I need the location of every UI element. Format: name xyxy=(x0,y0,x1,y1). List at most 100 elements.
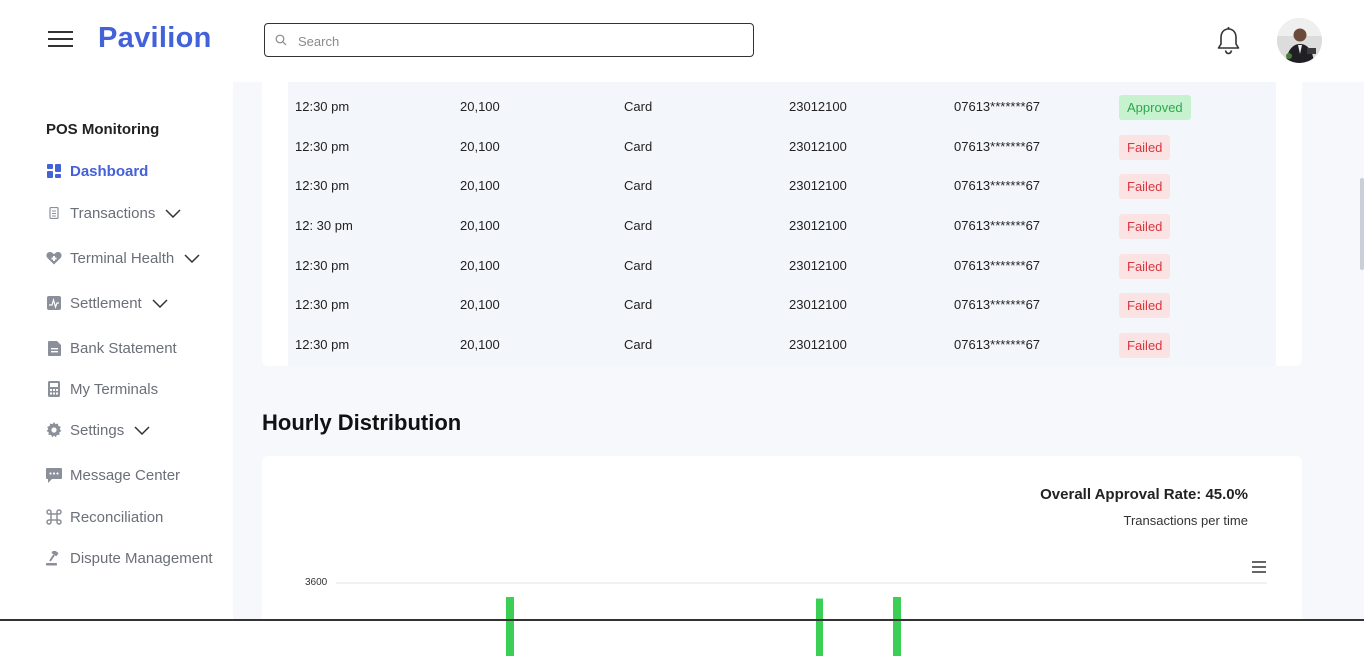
sidebar-item-bank-statement[interactable]: Bank Statement xyxy=(46,337,177,359)
cell-time: 12:30 pm xyxy=(295,297,350,312)
cell-amount: 20,100 xyxy=(460,218,500,233)
status-badge: Failed xyxy=(1119,293,1171,318)
cell-amount: 20,100 xyxy=(460,258,500,273)
document-icon xyxy=(46,340,62,356)
sidebar-item-label: Dispute Management xyxy=(70,549,213,567)
sidebar-item-label: Settings xyxy=(70,421,125,439)
cell-type: Card xyxy=(624,337,653,352)
cell-type: Card xyxy=(624,178,653,193)
section-title-hourly-distribution: Hourly Distribution xyxy=(262,410,462,435)
sidebar-item-dashboard[interactable]: Dashboard xyxy=(46,160,148,182)
cell-time: 12:30 pm xyxy=(295,99,350,114)
table-row[interactable]: 12:30 pm 20,100 Card 23012100 07613*****… xyxy=(288,325,1276,365)
status-badge: Failed xyxy=(1119,254,1171,279)
table-row[interactable]: 12:30 pm 20,100 Card 23012100 07613*****… xyxy=(288,285,1276,325)
heart-plus-icon xyxy=(46,250,62,266)
pos-terminal-icon xyxy=(46,381,62,397)
cell-reference: 23012100 xyxy=(789,218,847,233)
cell-card-number: 07613*******67 xyxy=(954,337,1041,352)
bars-group xyxy=(506,597,901,656)
sidebar-item-terminal-health[interactable]: Terminal Health xyxy=(46,247,200,269)
sidebar-item-label: Dashboard xyxy=(70,162,149,180)
gavel-icon xyxy=(46,550,62,566)
status-badge: Approved xyxy=(1119,95,1191,120)
status-badge: Failed xyxy=(1119,135,1171,160)
chart-box-icon xyxy=(46,295,62,311)
grid-icon xyxy=(46,163,62,179)
chart-bar[interactable] xyxy=(506,597,514,656)
chevron-down-icon[interactable] xyxy=(184,253,200,263)
user-avatar[interactable] xyxy=(1277,18,1322,63)
cell-time: 12: 30 pm xyxy=(295,218,353,233)
cell-time: 12:30 pm xyxy=(295,139,350,154)
sidebar-item-label: Settlement xyxy=(70,294,142,312)
cell-card-number: 07613*******67 xyxy=(954,297,1041,312)
cell-time: 12:30 pm xyxy=(295,178,350,193)
notification-bell-icon[interactable] xyxy=(1215,26,1242,61)
cell-reference: 23012100 xyxy=(789,99,847,114)
menu-toggle-icon[interactable] xyxy=(48,31,73,49)
sidebar-item-transactions[interactable]: Transactions xyxy=(46,202,181,224)
status-badge: Failed xyxy=(1119,214,1171,239)
transactions-table: 12:30 pm 20,100 Card 23012100 07613*****… xyxy=(288,82,1276,366)
cell-amount: 20,100 xyxy=(460,297,500,312)
sidebar-item-message-center[interactable]: Message Center xyxy=(46,464,180,486)
cell-card-number: 07613*******67 xyxy=(954,178,1041,193)
receipt-icon xyxy=(46,205,62,221)
sidebar-item-label: Terminal Health xyxy=(70,249,175,267)
cell-type: Card xyxy=(624,258,653,273)
sidebar-item-label: Message Center xyxy=(70,466,181,484)
sidebar-item-dispute-management[interactable]: Dispute Management xyxy=(46,547,213,569)
app-logo[interactable]: Pavilion xyxy=(98,22,212,55)
command-icon xyxy=(46,509,62,525)
cell-reference: 23012100 xyxy=(789,337,847,352)
sidebar-item-label: Transactions xyxy=(70,204,156,222)
chat-icon xyxy=(46,467,62,483)
sidebar-item-label: My Terminals xyxy=(70,380,159,398)
cell-card-number: 07613*******67 xyxy=(954,258,1041,273)
sidebar-item-settings[interactable]: Settings xyxy=(46,419,150,441)
chart-bar[interactable] xyxy=(893,597,901,656)
search-box[interactable] xyxy=(264,23,754,57)
y-tick-label: 3600 xyxy=(305,577,328,588)
cell-card-number: 07613*******67 xyxy=(954,99,1041,114)
main-content: 12:30 pm 20,100 Card 23012100 07613*****… xyxy=(233,82,1364,656)
chart-bar[interactable] xyxy=(816,598,823,656)
status-badge: Failed xyxy=(1119,333,1171,358)
hourly-distribution-chart: Overall Approval Rate: 45.0% Transaction… xyxy=(262,456,1302,656)
cell-reference: 23012100 xyxy=(789,258,847,273)
cell-amount: 20,100 xyxy=(460,178,500,193)
chevron-down-icon[interactable] xyxy=(152,298,168,308)
chevron-down-icon[interactable] xyxy=(165,208,181,218)
search-input[interactable] xyxy=(298,31,738,51)
sidebar: POS Monitoring Dashboard Transactions Te… xyxy=(0,82,233,621)
table-row[interactable]: 12:30 pm 20,100 Card 23012100 07613*****… xyxy=(288,246,1276,286)
cell-type: Card xyxy=(624,297,653,312)
scrollbar-thumb[interactable] xyxy=(1360,178,1364,270)
table-row[interactable]: 12: 30 pm 20,100 Card 23012100 07613****… xyxy=(288,206,1276,246)
cell-reference: 23012100 xyxy=(789,297,847,312)
sidebar-item-reconciliation[interactable]: Reconciliation xyxy=(46,506,163,528)
cell-time: 12:30 pm xyxy=(295,337,350,352)
table-row[interactable]: 12:30 pm 20,100 Card 23012100 07613*****… xyxy=(288,127,1276,167)
cell-type: Card xyxy=(624,218,653,233)
cell-amount: 20,100 xyxy=(460,337,500,352)
table-row[interactable]: 12:30 pm 20,100 Card 23012100 07613*****… xyxy=(288,87,1276,127)
sidebar-title: POS Monitoring xyxy=(46,121,160,138)
chevron-down-icon[interactable] xyxy=(134,425,150,435)
cell-card-number: 07613*******67 xyxy=(954,218,1041,233)
gear-icon xyxy=(46,422,62,438)
sidebar-item-settlement[interactable]: Settlement xyxy=(46,292,168,314)
cell-amount: 20,100 xyxy=(460,99,500,114)
sidebar-item-label: Bank Statement xyxy=(70,339,177,357)
cell-type: Card xyxy=(624,139,653,154)
top-bar: Pavilion xyxy=(0,0,1364,82)
cell-amount: 20,100 xyxy=(460,139,500,154)
status-badge: Failed xyxy=(1119,174,1171,199)
transactions-card: 12:30 pm 20,100 Card 23012100 07613*****… xyxy=(262,82,1302,366)
sidebar-item-my-terminals[interactable]: My Terminals xyxy=(46,378,158,400)
table-row[interactable]: 12:30 pm 20,100 Card 23012100 07613*****… xyxy=(288,166,1276,206)
cell-reference: 23012100 xyxy=(789,178,847,193)
search-icon xyxy=(275,34,287,46)
cell-type: Card xyxy=(624,99,653,114)
